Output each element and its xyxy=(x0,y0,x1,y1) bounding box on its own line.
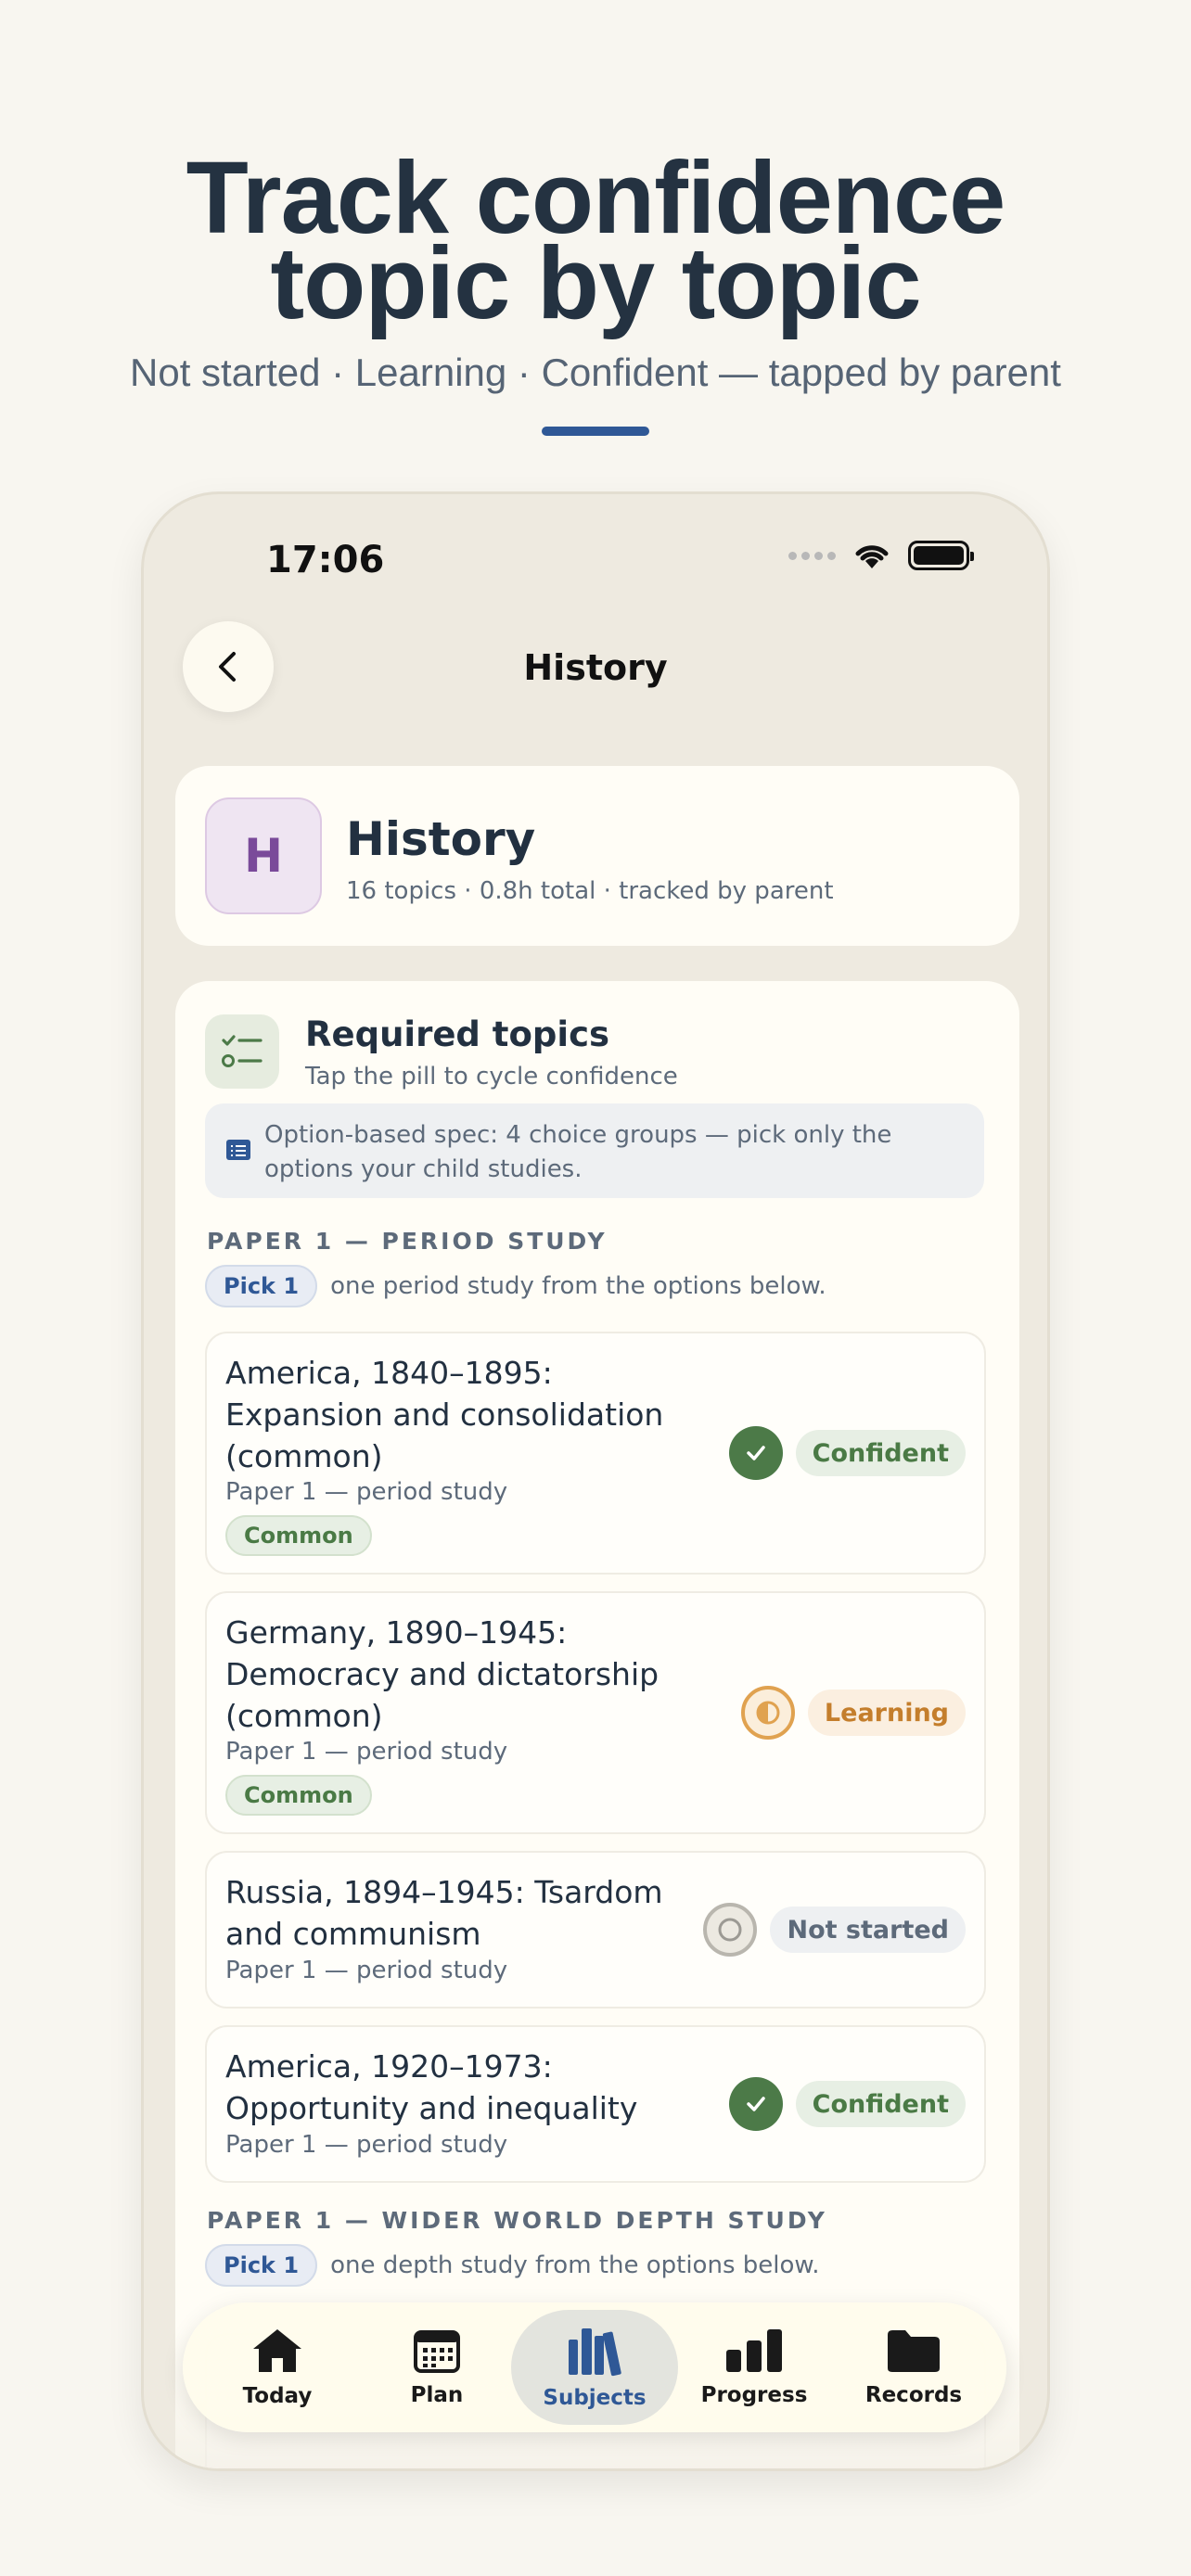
signal-icon xyxy=(788,551,836,560)
section-label: PAPER 1 — PERIOD STUDY xyxy=(207,1228,608,1255)
pick-row: Pick 1 one depth study from the options … xyxy=(205,2244,820,2287)
status-control[interactable]: Not started xyxy=(703,1903,966,1957)
checklist-icon xyxy=(205,1014,279,1089)
bar-chart-icon xyxy=(726,2329,782,2372)
tab-label: Plan xyxy=(410,2383,464,2407)
tab-subjects[interactable]: Subjects xyxy=(511,2310,678,2425)
check-icon[interactable] xyxy=(728,2077,783,2131)
required-topics-title: Required topics xyxy=(305,1014,610,1054)
status-control[interactable]: Learning xyxy=(740,1686,966,1740)
status-icons xyxy=(788,541,974,570)
topic-card[interactable]: America, 1840–1895: Expansion and consol… xyxy=(205,1332,986,1575)
subject-card: H History 16 topics · 0.8h total · track… xyxy=(175,766,1019,946)
status-pill[interactable]: Not started xyxy=(770,1906,966,1953)
tab-bar: Today Plan Subjects Progress Records xyxy=(183,2302,1006,2432)
tab-label: Today xyxy=(242,2384,313,2408)
pick-row: Pick 1 one period study from the options… xyxy=(205,1265,826,1307)
tab-plan[interactable]: Plan xyxy=(353,2302,520,2432)
hero-title: Track confidence topic by topic xyxy=(0,147,1191,340)
topic-title: Germany, 1890–1945: Democracy and dictat… xyxy=(225,1614,660,1734)
pick-badge: Pick 1 xyxy=(205,2244,318,2287)
status-pill[interactable]: Learning xyxy=(807,1690,966,1736)
half-circle-icon[interactable] xyxy=(740,1686,795,1740)
tab-progress[interactable]: Progress xyxy=(671,2302,838,2432)
topic-card[interactable]: America, 1920–1973: Opportunity and ineq… xyxy=(205,2025,986,2183)
tab-label: Progress xyxy=(700,2383,808,2407)
hero-subtitle: Not started · Learning · Confident — tap… xyxy=(130,351,1061,394)
topic-subtitle: Paper 1 — period study xyxy=(225,2131,508,2159)
tab-records[interactable]: Records xyxy=(830,2302,997,2432)
topic-title: America, 1840–1895: Expansion and consol… xyxy=(225,1355,664,1474)
topic-title: America, 1920–1973: Opportunity and ineq… xyxy=(225,2048,638,2126)
pick-text: one depth study from the options below. xyxy=(330,2251,820,2279)
subject-name: History xyxy=(346,812,536,866)
tab-label: Records xyxy=(864,2383,963,2407)
status-pill[interactable]: Confident xyxy=(795,2081,966,2127)
calendar-icon xyxy=(414,2330,460,2373)
subject-avatar: H xyxy=(205,797,322,914)
topic-card[interactable]: Russia, 1894–1945: Tsardom and communism… xyxy=(205,1851,986,2009)
topic-subtitle: Paper 1 — period study xyxy=(225,1957,508,1984)
battery-icon xyxy=(908,541,974,570)
subject-meta: 16 topics · 0.8h total · tracked by pare… xyxy=(346,877,834,905)
pick-badge: Pick 1 xyxy=(205,1265,318,1307)
required-topics-card: Required topics Tap the pill to cycle co… xyxy=(175,981,1019,2468)
wifi-icon xyxy=(855,545,889,568)
required-topics-subtitle: Tap the pill to cycle confidence xyxy=(305,1063,678,1090)
folder-icon xyxy=(888,2330,940,2372)
tab-label: Subjects xyxy=(543,2386,647,2410)
status-control[interactable]: Confident xyxy=(728,1426,966,1480)
phone-frame: 17:06 History H History 16 topics · 0.8h… xyxy=(141,491,1050,2471)
spec-info-box: Option-based spec: 4 choice groups — pic… xyxy=(205,1103,984,1198)
topic-card[interactable]: Germany, 1890–1945: Democracy and dictat… xyxy=(205,1591,986,1834)
status-time: 17:06 xyxy=(266,539,385,581)
common-tag: Common xyxy=(225,1515,372,1556)
house-icon xyxy=(253,2329,301,2372)
books-icon xyxy=(569,2328,621,2377)
spec-info-text: Option-based spec: 4 choice groups — pic… xyxy=(264,1121,892,1183)
tab-today[interactable]: Today xyxy=(194,2302,361,2432)
list-icon xyxy=(226,1140,250,1160)
topic-subtitle: Paper 1 — period study xyxy=(225,1478,508,1506)
nav-title: History xyxy=(523,647,668,688)
topic-subtitle: Paper 1 — period study xyxy=(225,1738,508,1766)
empty-circle-icon[interactable] xyxy=(703,1903,758,1957)
hero-accent-bar xyxy=(542,427,649,436)
pick-text: one period study from the options below. xyxy=(330,1272,826,1300)
common-tag: Common xyxy=(225,1775,372,1816)
section-label: PAPER 1 — WIDER WORLD DEPTH STUDY xyxy=(207,2207,827,2234)
topic-title: Russia, 1894–1945: Tsardom and communism xyxy=(225,1874,663,1952)
status-control[interactable]: Confident xyxy=(728,2077,966,2131)
hero-title-line-2: topic by topic xyxy=(270,226,922,340)
check-icon[interactable] xyxy=(728,1426,783,1480)
status-pill[interactable]: Confident xyxy=(795,1430,966,1476)
